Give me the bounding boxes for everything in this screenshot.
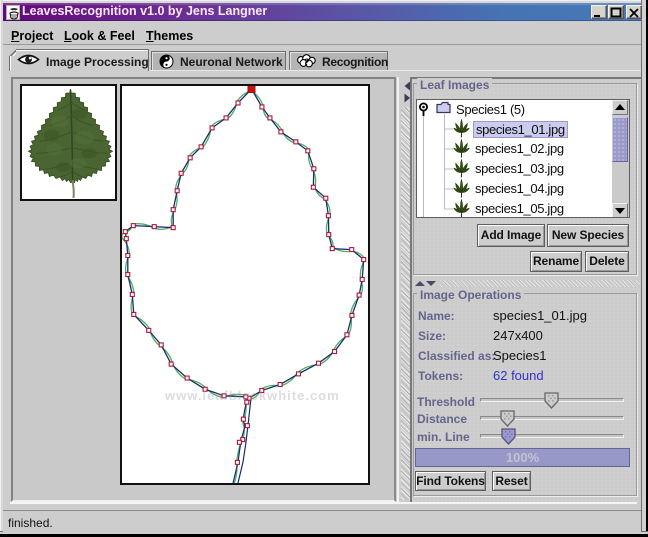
svg-text:?: ? — [304, 57, 310, 67]
